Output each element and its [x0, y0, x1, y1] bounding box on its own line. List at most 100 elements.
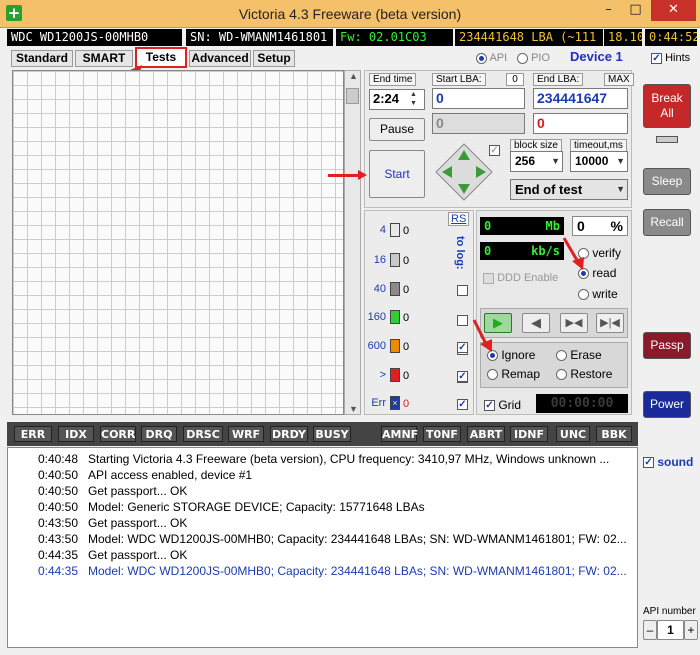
remap-radio[interactable]: Remap — [487, 367, 540, 381]
pio-radio[interactable]: PIO — [517, 52, 550, 64]
log-text: Model: WDC WD1200JS-00MHB0; Capacity: 23… — [88, 532, 627, 546]
error-lba-field: 0 — [533, 113, 628, 134]
hints-checkbox[interactable]: ✓ Hints — [651, 52, 690, 64]
grid-checkbox[interactable]: ✓ Grid — [484, 398, 521, 412]
write-radio[interactable]: write — [578, 287, 618, 301]
annotation-arrow-icon — [328, 170, 367, 180]
annotation-arrow-icon — [562, 237, 584, 270]
status-flag-err: ERR — [14, 426, 52, 442]
end-icon[interactable]: ▶|◀ — [596, 313, 624, 333]
end-time-spinner-icon[interactable]: ▲ ▼ — [410, 90, 417, 108]
status-flag-wrf: WRF — [228, 426, 264, 442]
log-text: Get passport... OK — [88, 548, 188, 562]
grid-scrollbar[interactable]: ▲ ▼ — [344, 70, 361, 415]
direction-checkbox[interactable]: ✓ — [489, 143, 500, 157]
log-row: 0:44:35 Model: WDC WD1200JS-00MHB0; Capac… — [8, 564, 637, 580]
sound-checkbox[interactable]: ✓ sound — [643, 455, 693, 469]
to-log-checkbox[interactable]: ✓ — [457, 340, 468, 354]
speed-counter: 0 kb/s — [480, 242, 564, 260]
to-log-checkbox[interactable] — [457, 313, 468, 327]
break-all-button[interactable]: Break All — [643, 84, 691, 128]
log-text: Model: Generic STORAGE DEVICE; Capacity:… — [88, 500, 425, 514]
tab-advanced[interactable]: Advanced — [189, 50, 251, 67]
api-plus-button[interactable]: + — [684, 620, 698, 640]
start-button[interactable]: Start — [369, 150, 425, 198]
legend-swatch — [390, 253, 400, 267]
log-row: 0:43:50 Model: WDC WD1200JS-00MHB0; Capac… — [8, 532, 637, 548]
to-log-checkbox[interactable]: ✓ — [457, 397, 468, 411]
status-flag-abrt: ABRT — [467, 426, 505, 442]
start-lba-small[interactable]: 0 — [506, 73, 524, 86]
legend-label: Err — [371, 397, 386, 409]
api-number-value[interactable]: 1 — [657, 620, 684, 640]
minimize-button[interactable]: – — [595, 0, 622, 21]
status-flag-unc: UNC — [556, 426, 590, 442]
to-log-checkbox[interactable] — [457, 283, 468, 297]
scroll-down-icon[interactable]: ▼ — [345, 404, 362, 414]
legend-label: 600 — [367, 340, 386, 352]
tab-standard[interactable]: Standard — [11, 50, 73, 67]
scan-grid — [12, 70, 344, 415]
end-lba-input[interactable]: 234441647 — [533, 88, 628, 109]
status-flag-idx: IDX — [58, 426, 94, 442]
erase-radio[interactable]: Erase — [556, 348, 602, 362]
log-time: 0:40:50 — [37, 500, 78, 514]
log-time: 0:44:35 — [37, 548, 78, 562]
restore-radio[interactable]: Restore — [556, 367, 612, 381]
legend-label: 40 — [373, 283, 386, 295]
maximize-button[interactable]: □ — [622, 0, 649, 21]
legend-label: > — [379, 369, 386, 381]
recall-button[interactable]: Recall — [643, 209, 691, 236]
legend-count: 0 — [403, 225, 410, 237]
to-log-checkbox[interactable]: ✓ — [457, 369, 468, 383]
log-time: 0:40:50 — [37, 468, 78, 482]
block-size-select[interactable]: 256 ▼ — [510, 151, 563, 172]
start-lba-input[interactable]: 0 — [432, 88, 525, 109]
pause-button[interactable]: Pause — [369, 118, 425, 141]
passp-button[interactable]: Passp — [643, 332, 691, 359]
legend-count: 0 — [403, 312, 410, 324]
log-time: 0:43:50 — [37, 516, 78, 530]
end-lba-label: End LBA: — [533, 73, 584, 86]
sleep-button[interactable]: Sleep — [643, 168, 691, 195]
legend-label: 4 — [379, 224, 386, 236]
status-flag-idnf: IDNF — [510, 426, 548, 442]
status-flag-drq: DRQ — [141, 426, 177, 442]
legend-count: 0 — [403, 398, 410, 410]
log-time: 0:43:50 — [37, 532, 78, 546]
tab-setup[interactable]: Setup — [253, 50, 295, 67]
scroll-thumb[interactable] — [346, 88, 359, 104]
percent-counter: 0% — [572, 216, 628, 236]
legend-count: 0 — [403, 341, 410, 353]
legend-count: 0 — [403, 255, 410, 267]
status-flag-amnf: AMNF — [381, 426, 419, 442]
log-text: Starting Victoria 4.3 Freeware (beta ver… — [88, 452, 610, 466]
drive-capacity: 234441648 LBA (~111 GB) — [455, 29, 603, 46]
legend-swatch: × — [390, 396, 400, 410]
timer-display: 00:00:00 — [536, 394, 628, 413]
status-flag-busy: BUSY — [313, 426, 351, 442]
status-flag-bbk: BBK — [596, 426, 632, 442]
direction-pad[interactable] — [434, 142, 494, 202]
power-button[interactable]: Power — [643, 391, 691, 418]
legend-count: 0 — [403, 370, 410, 382]
elapsed-indicator: 18.10 — [604, 29, 642, 46]
scroll-up-icon[interactable]: ▲ — [345, 71, 362, 81]
timeout-select[interactable]: 10000 ▼ — [570, 151, 628, 172]
api-number-label: API number — [643, 606, 696, 617]
legend-swatch — [390, 310, 400, 324]
rs-button[interactable]: RS — [448, 212, 470, 226]
api-minus-button[interactable]: – — [643, 620, 657, 640]
ddd-enable-checkbox[interactable]: DDD Enable — [483, 272, 558, 284]
end-lba-max[interactable]: MAX — [604, 73, 634, 86]
device-label: Device 1 — [570, 49, 623, 64]
api-radio[interactable]: API — [476, 52, 507, 64]
skip-icon[interactable]: ▶◀ — [560, 313, 588, 333]
close-button[interactable]: ✕ — [651, 0, 696, 21]
log-time: 0:40:50 — [37, 484, 78, 498]
log-row: 0:44:35 Get passport... OK — [8, 548, 637, 564]
legend-label: 16 — [373, 254, 386, 266]
legend-swatch — [390, 223, 400, 237]
end-action-select[interactable]: End of test ▼ — [510, 179, 628, 200]
play-backward-icon[interactable]: ◀ — [522, 313, 550, 333]
